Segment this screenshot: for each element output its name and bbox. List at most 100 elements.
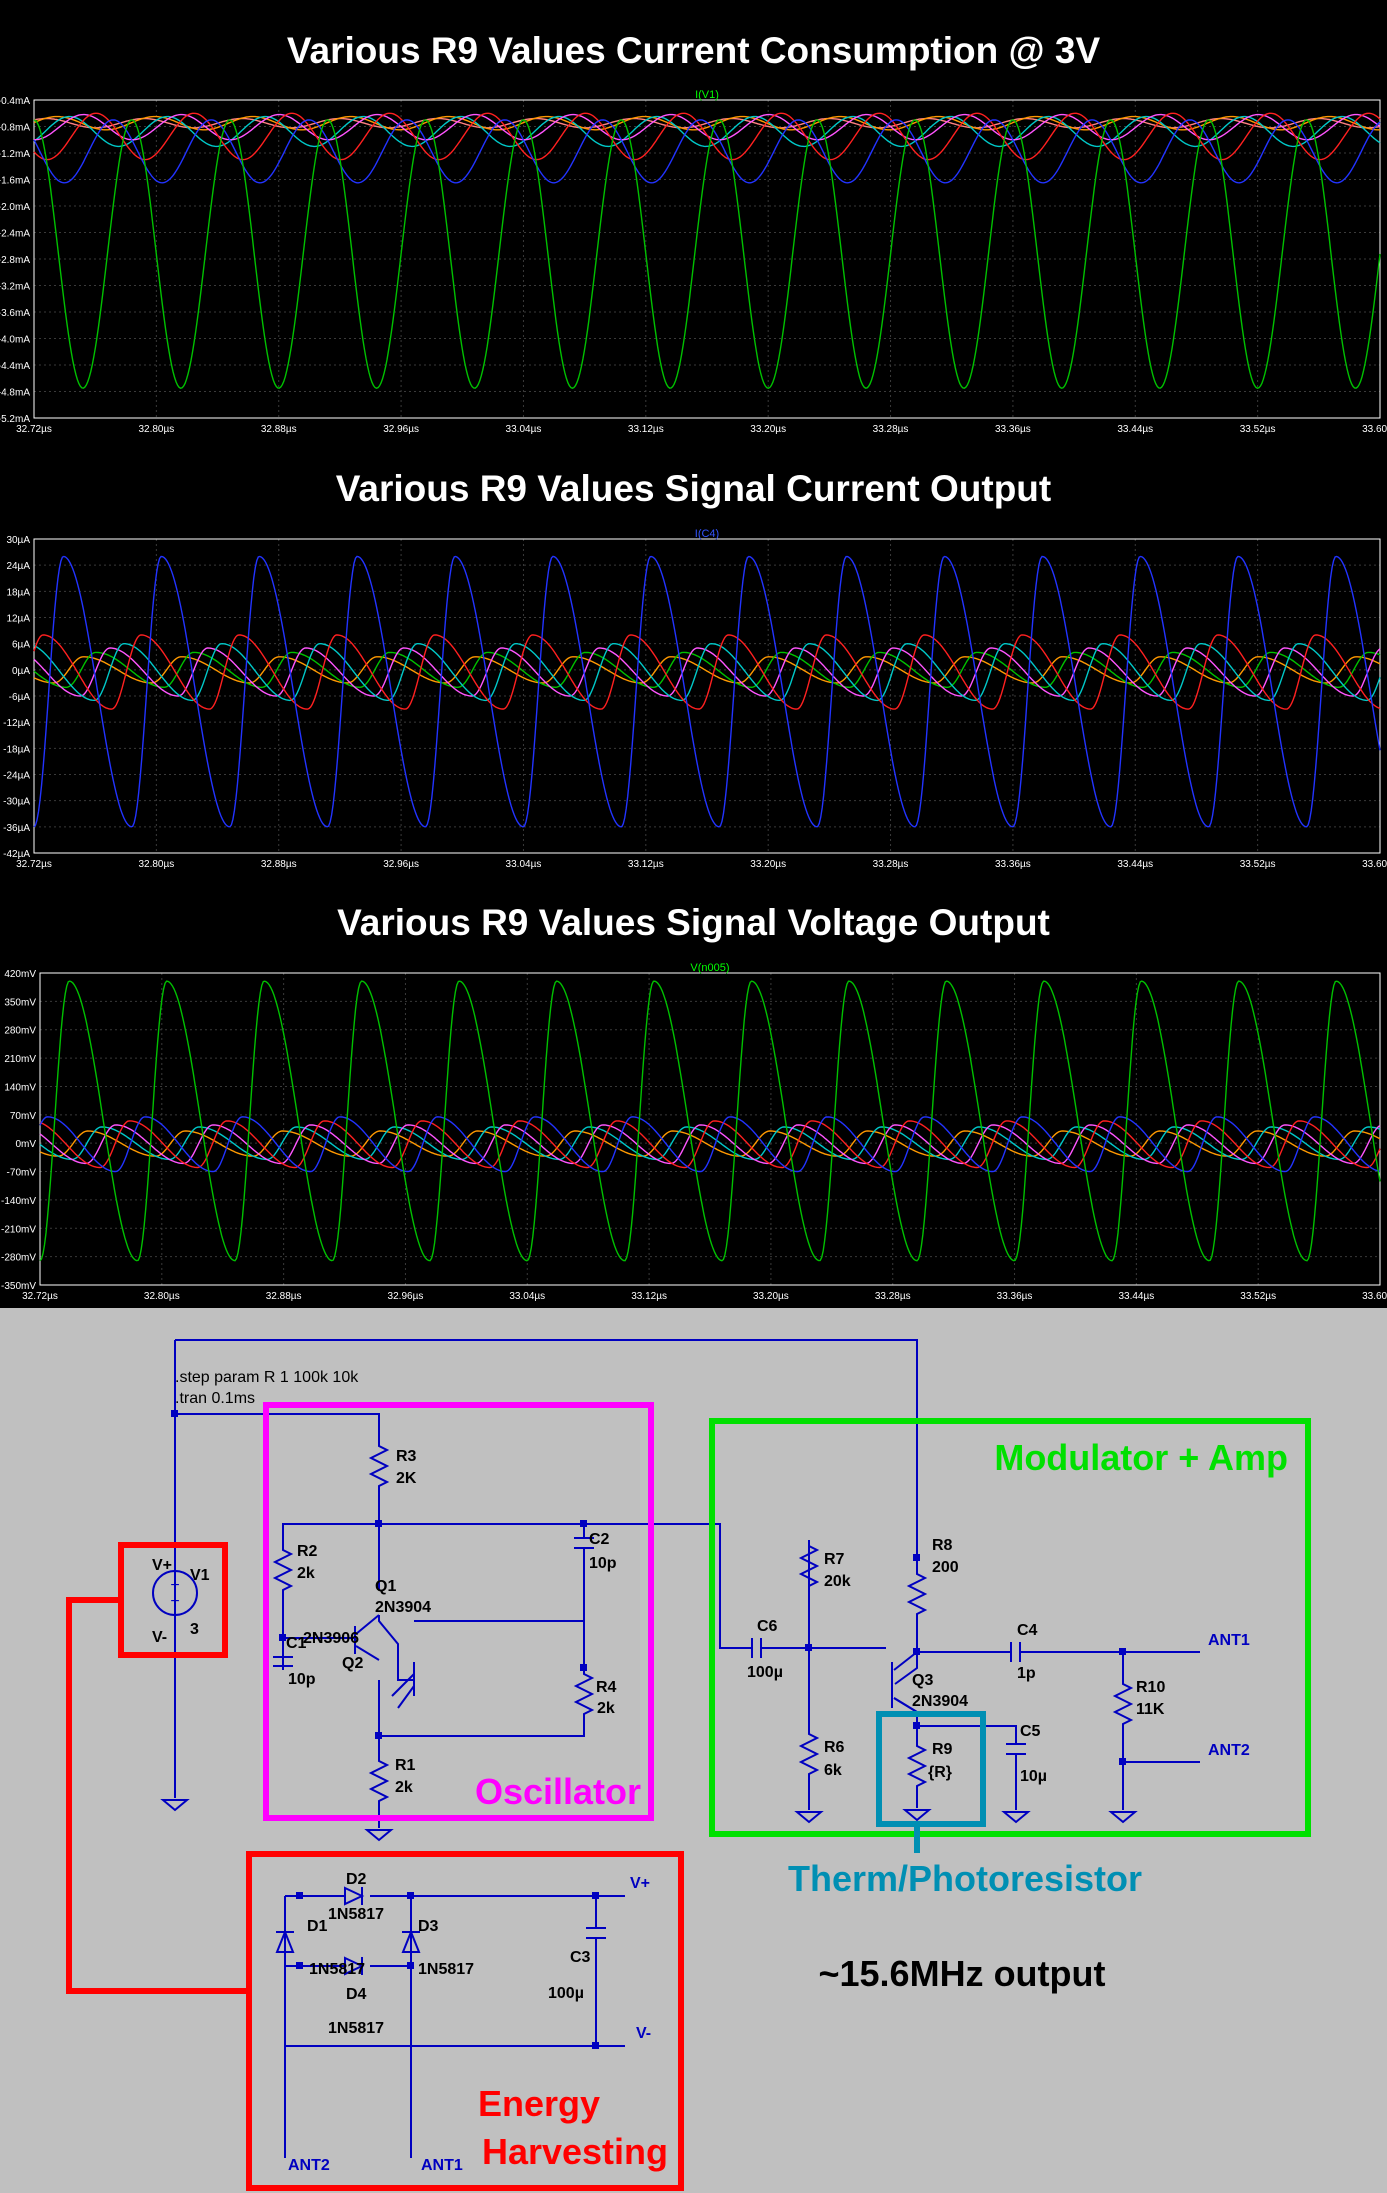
r10-value: 11K	[1136, 1701, 1165, 1718]
y-tick-label: 420mV	[4, 969, 36, 980]
x-tick-label: 33.28µs	[873, 859, 909, 870]
resistor-r6-icon	[798, 1728, 820, 1778]
x-tick-label: 32.88µs	[266, 1291, 302, 1302]
y-tick-label: 70mV	[10, 1111, 36, 1122]
y-tick-label: 18µA	[6, 587, 30, 598]
resistor-r3-icon	[368, 1440, 390, 1490]
y-tick-label: -12µA	[3, 718, 30, 729]
v1-value: 3	[190, 1621, 199, 1638]
x-tick-label: 32.96µs	[383, 859, 419, 870]
ground-icon	[366, 1829, 392, 1841]
x-tick-label: 33.20µs	[750, 859, 786, 870]
x-tick-label: 33.04µs	[506, 859, 542, 870]
ground-icon	[1110, 1811, 1136, 1823]
y-tick-label: -1.2mA	[0, 149, 30, 160]
q2-model: 2N3906	[303, 1630, 359, 1647]
resistor-r4-icon	[573, 1668, 595, 1722]
x-tick-label: 33.52µs	[1240, 859, 1276, 870]
y-tick-label: -2.0mA	[0, 202, 30, 213]
x-tick-label: 33.60µs	[1362, 424, 1387, 435]
d1-model: 1N5817	[309, 1961, 365, 1978]
x-tick-label: 32.96µs	[388, 1291, 424, 1302]
y-tick-label: -2.4mA	[0, 229, 30, 240]
chart-1-series	[33, 112, 1381, 389]
x-tick-label: 32.72µs	[16, 424, 52, 435]
chart-1-x-ticks: 32.72µs 32.80µs 32.88µs 32.96µs 33.04µs …	[16, 424, 1387, 435]
y-tick-label: 280mV	[4, 1026, 36, 1037]
y-tick-label: -4.4mA	[0, 361, 30, 372]
d1-name: D1	[307, 1918, 328, 1935]
r2-value: 2k	[297, 1565, 315, 1582]
chart-1-trace-label: I(V1)	[695, 89, 719, 101]
y-tick-label: -70mV	[7, 1168, 37, 1179]
x-tick-label: 32.80µs	[138, 859, 174, 870]
x-tick-label: 33.36µs	[995, 859, 1031, 870]
capacitor-c6-icon	[751, 1638, 769, 1658]
x-tick-label: 33.20µs	[750, 424, 786, 435]
r2-name: R2	[297, 1543, 318, 1560]
chart-3-x-ticks: 32.72µs 32.80µs 32.88µs 32.96µs 33.04µs …	[22, 1291, 1387, 1302]
q3-model: 2N3904	[912, 1693, 968, 1710]
capacitor-c3-icon	[586, 1927, 606, 1939]
net-labels: ANT1 ANT2	[1208, 1632, 1250, 1759]
q3-name: Q3	[912, 1672, 933, 1689]
series-line	[33, 119, 1381, 389]
x-tick-label: 33.44µs	[1117, 424, 1153, 435]
x-tick-label: 32.88µs	[261, 424, 297, 435]
y-tick-label: -3.6mA	[0, 308, 30, 319]
energy-harvesting-circuit: D2 1N5817 D1 1N5817 D3 1N5817 D4 1N5817 …	[275, 1871, 651, 2174]
chart-1-current-consumption: I(V1) -0.4mA -0.8mA -1.2mA -1.6mA -2.0mA…	[0, 89, 1387, 435]
capacitor-c4-icon	[1010, 1642, 1034, 1662]
x-tick-label: 32.72µs	[22, 1291, 58, 1302]
x-tick-label: 33.28µs	[873, 424, 909, 435]
x-tick-label: 33.04µs	[506, 424, 542, 435]
output-frequency-note: ~15.6MHz output	[818, 1953, 1105, 1994]
y-tick-label: -36µA	[3, 823, 30, 834]
c6-value: 100µ	[747, 1664, 783, 1681]
x-tick-label: 33.12µs	[628, 424, 664, 435]
c4-name: C4	[1017, 1622, 1038, 1639]
y-tick-label: 0µA	[12, 666, 30, 677]
c5-value: 10µ	[1020, 1768, 1047, 1785]
resistor-r10-icon	[1112, 1678, 1134, 1728]
chart-1-grid	[34, 100, 1380, 418]
y-tick-label: -0.8mA	[0, 123, 30, 134]
x-tick-label: 33.44µs	[1117, 859, 1153, 870]
net-vplus-label: V+	[630, 1875, 650, 1892]
y-tick-label: 12µA	[6, 614, 30, 625]
c1-value: 10p	[288, 1671, 316, 1688]
y-tick-label: 24µA	[6, 561, 30, 572]
v1-minus-label: V-	[152, 1629, 167, 1646]
r9-name: R9	[932, 1741, 953, 1758]
chart-2-series	[33, 555, 1381, 828]
r9-value: {R}	[928, 1764, 952, 1781]
oscillator-block	[263, 1402, 654, 1821]
r7-value: 20k	[824, 1573, 851, 1590]
x-tick-label: 33.20µs	[753, 1291, 789, 1302]
net-vminus-label: V-	[636, 2025, 651, 2042]
energy-label-line2: Harvesting	[482, 2131, 668, 2172]
r6-value: 6k	[824, 1762, 842, 1779]
y-tick-label: -6µA	[9, 692, 31, 703]
spice-directives: .step param R 1 100k 10k .tran 0.1ms	[175, 1369, 359, 1407]
transistor-q2-icon	[391, 1662, 415, 1709]
x-tick-label: 32.80µs	[144, 1291, 180, 1302]
net-ant1-label: ANT1	[1208, 1632, 1250, 1649]
y-tick-label: 140mV	[4, 1082, 36, 1093]
y-tick-label: -140mV	[1, 1196, 36, 1207]
y-tick-label: -30µA	[3, 797, 30, 808]
x-tick-label: 32.80µs	[138, 424, 174, 435]
chart-3-trace-label: V(n005)	[690, 962, 729, 974]
page: Various R9 Values Current Consumption @ …	[0, 0, 1387, 2193]
y-tick-label: -2.8mA	[0, 255, 30, 266]
chart-2-signal-current: I(C4) 30µA 24µA 18µA 12µA 6µA 0µA -6µA -…	[3, 528, 1387, 870]
chart-3-series	[39, 980, 1381, 1262]
r4-value: 2k	[597, 1700, 615, 1717]
d2-name: D2	[346, 1871, 367, 1888]
net-ant1-label-energy: ANT1	[421, 2157, 463, 2174]
r6-name: R6	[824, 1739, 845, 1756]
y-tick-label: -3.2mA	[0, 282, 30, 293]
y-tick-label: -4.0mA	[0, 335, 30, 346]
resistor-r9-icon	[906, 1740, 928, 1790]
modulator-label: Modulator + Amp	[994, 1437, 1288, 1478]
